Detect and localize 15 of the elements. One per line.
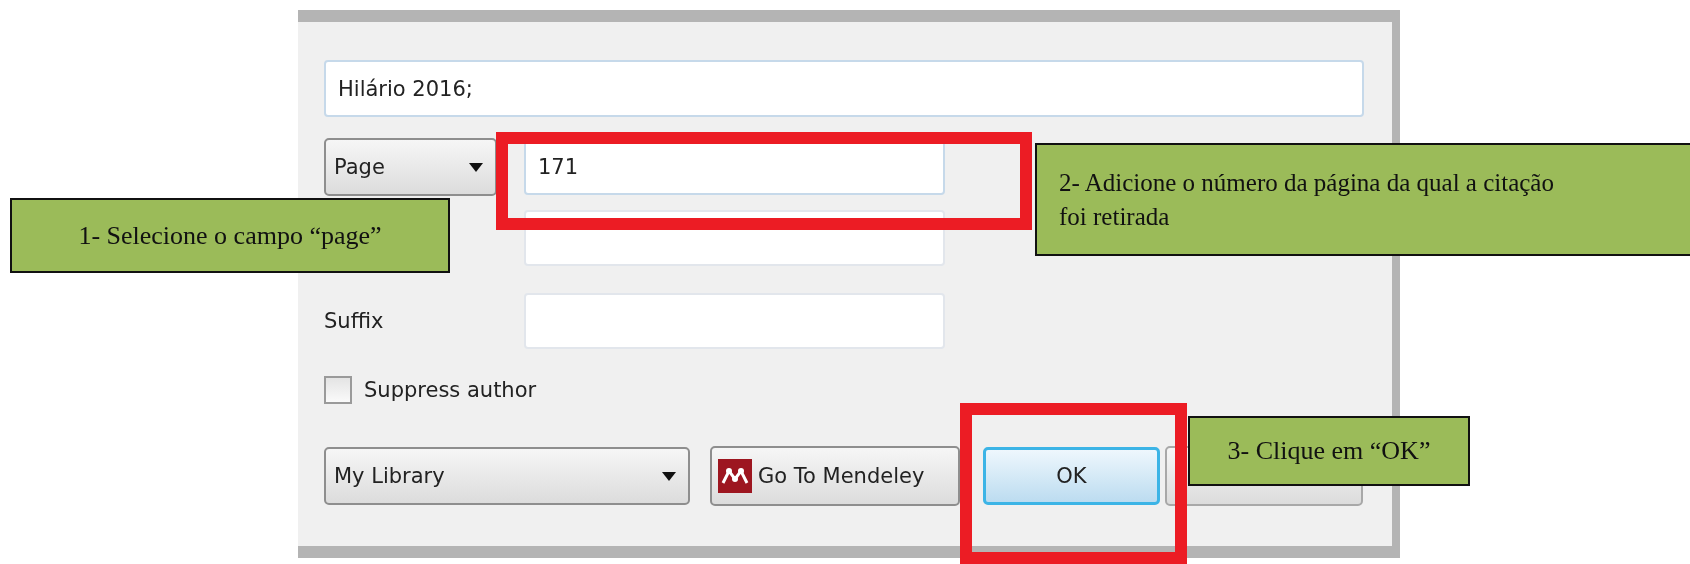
citation-field[interactable]: Hilário 2016;	[324, 60, 1364, 117]
callout-tooltip: 2- Adicione o número da página da qual a citação foi retirada	[1035, 143, 1690, 256]
suffix-label: Suffix	[324, 309, 384, 333]
caret-icon	[469, 162, 483, 172]
go-to-mendeley-button[interactable]: Go To Mendeley	[710, 446, 960, 506]
callout-tooltip: 3- Clique em “OK”	[1188, 416, 1470, 486]
caret-icon	[662, 471, 676, 481]
suppress-author-label: Suppress author	[364, 378, 537, 402]
ok-button[interactable]: OK	[983, 447, 1160, 505]
suppress-author-checkbox[interactable]	[324, 376, 352, 404]
locator-dropdown[interactable]: Page	[324, 138, 497, 196]
callout-tooltip: 1- Selecione o campo “page”	[10, 198, 450, 273]
mendeley-logo-icon	[718, 459, 752, 493]
suffix-field[interactable]	[524, 293, 945, 349]
library-dropdown[interactable]: My Library	[324, 447, 690, 505]
